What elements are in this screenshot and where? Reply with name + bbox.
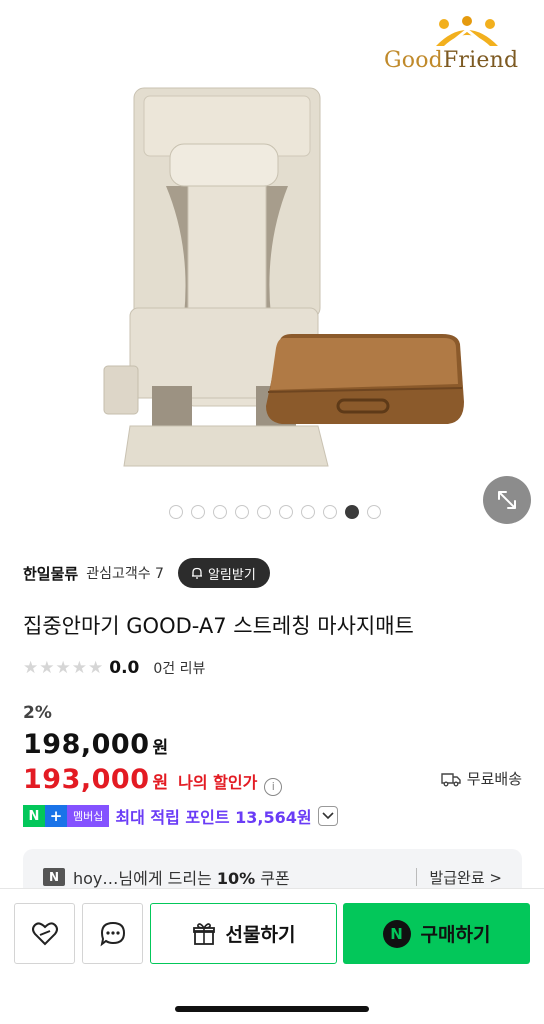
gallery-dot[interactable] (235, 505, 249, 519)
seller-name[interactable]: 한일물류 (23, 563, 78, 584)
alarm-button-label: 알림받기 (207, 567, 256, 583)
naver-plus-membership-badge: N + 멤버십 (23, 805, 110, 827)
star-icon: ★ (71, 657, 87, 678)
star-rating: ★ ★ ★ ★ ★ (23, 657, 104, 678)
discount-rate: 2% (23, 703, 52, 723)
gift-icon (192, 922, 215, 945)
home-indicator[interactable] (175, 1006, 369, 1012)
gallery-dot[interactable] (213, 505, 227, 519)
original-price-value: 198,000 (23, 729, 150, 760)
goodfriend-logo: GoodFriend (384, 16, 518, 76)
naver-pay-icon: N (382, 919, 411, 948)
sale-price-unit: 원 (152, 773, 169, 793)
coupon-divider (416, 868, 418, 886)
coupon-text: hoy…님에게 드리는 10% 쿠폰 (73, 869, 290, 888)
info-icon[interactable]: i (264, 777, 283, 796)
original-price-unit: 원 (152, 738, 169, 758)
buy-button[interactable]: N 구매하기 (343, 903, 530, 964)
gallery-dot[interactable] (279, 505, 293, 519)
gallery-dot[interactable] (301, 505, 315, 519)
my-discount-label: 나의 할인가 (178, 773, 258, 792)
gallery-pagination[interactable] (0, 505, 544, 519)
gallery-dot[interactable] (323, 505, 337, 519)
cushion-massager-image (266, 334, 464, 424)
buy-button-label: 구매하기 (420, 924, 491, 946)
gallery-dot[interactable] (191, 505, 205, 519)
star-icon: ★ (39, 657, 55, 678)
heart-check-icon (31, 921, 58, 945)
logo-people-icon (436, 16, 498, 46)
seller-row: 한일물류 관심고객수 7 알림받기 (23, 558, 270, 588)
original-price: 198,000 원 (23, 729, 168, 760)
star-icon: ★ (55, 657, 71, 678)
wishlist-button[interactable] (14, 903, 75, 964)
badge-membership: 멤버십 (67, 805, 110, 827)
points-expand-button[interactable] (317, 806, 338, 826)
naver-n-icon: N (43, 868, 65, 886)
star-icon: ★ (88, 657, 104, 678)
gallery-dot[interactable] (367, 505, 381, 519)
rating-row[interactable]: ★ ★ ★ ★ ★ 0.0 0건 리뷰 (23, 656, 205, 680)
rating-score: 0.0 (109, 658, 140, 678)
shipping-label: 무료배송 (466, 770, 522, 788)
review-count-link[interactable]: 0건 리뷰 (153, 658, 205, 678)
gallery-dot[interactable] (169, 505, 183, 519)
bell-plus-icon (191, 567, 202, 579)
gallery-dot[interactable] (345, 505, 359, 519)
product-title: 집중안마기 GOOD-A7 스트레칭 마사지매트 (23, 614, 414, 638)
max-points-text: 최대 적립 포인트 13,564원 (115, 808, 312, 827)
truck-icon (441, 772, 461, 786)
seller-followers: 관심고객수 7 (86, 566, 164, 582)
badge-n: N (23, 805, 45, 827)
gift-button[interactable]: 선물하기 (150, 903, 337, 964)
gallery-dot[interactable] (257, 505, 271, 519)
sale-price-value: 193,000 (23, 764, 150, 795)
shipping-info: 무료배송 (441, 768, 522, 789)
gift-button-label: 선물하기 (225, 924, 296, 946)
bottom-action-bar: 선물하기 N 구매하기 (0, 888, 544, 1024)
chevron-down-icon (322, 812, 334, 820)
badge-plus: + (45, 805, 67, 827)
chat-bubble-icon (100, 921, 125, 946)
star-icon: ★ (23, 657, 39, 678)
chat-button[interactable] (82, 903, 143, 964)
product-image-gallery[interactable]: GoodFriend (0, 0, 544, 535)
coupon-issued-status[interactable]: 발급완료 > (429, 867, 502, 888)
points-row[interactable]: N + 멤버십 최대 적립 포인트 13,564원 (23, 803, 338, 829)
alarm-subscribe-button[interactable]: 알림받기 (177, 558, 270, 588)
